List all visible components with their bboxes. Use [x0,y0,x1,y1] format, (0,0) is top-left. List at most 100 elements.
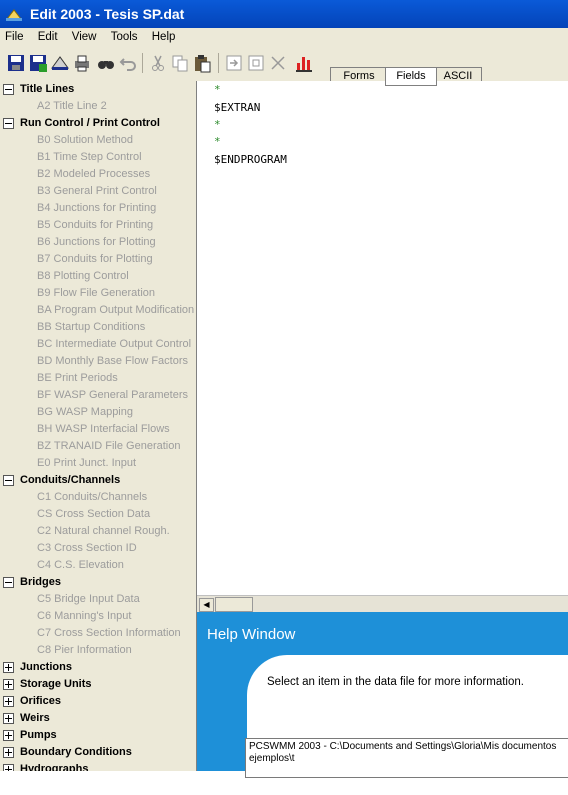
collapse-icon[interactable] [3,577,14,588]
find-icon[interactable] [96,53,116,73]
tree-section-label: Conduits/Channels [20,474,121,486]
tree-section-label: Junctions [20,661,72,673]
tree-section-label: Weirs [20,712,50,724]
expand-icon[interactable] [3,730,14,741]
title-bar: Edit 2003 - Tesis SP.dat [0,0,568,28]
window-title: Edit 2003 - Tesis SP.dat [30,6,185,22]
tree-item[interactable]: B7 Conduits for Plotting [0,251,196,268]
tree-section[interactable]: Junctions [0,659,196,676]
tree-item[interactable]: B2 Modeled Processes [0,166,196,183]
expand-icon[interactable] [3,662,14,673]
tree-item[interactable]: C7 Cross Section Information [0,625,196,642]
menu-edit[interactable]: Edit [38,31,58,43]
tree-item[interactable]: B6 Junctions for Plotting [0,234,196,251]
chart-icon[interactable] [294,53,314,73]
tree-section-label: Storage Units [20,678,92,690]
tree-section-label: Title Lines [20,83,75,95]
status-text: PCSWMM 2003 - C:\Documents and Settings\… [245,738,568,778]
section-tree: Title Lines A2 Title Line 2 Run Control / … [0,81,197,771]
tree-item[interactable]: C8 Pier Information [0,642,196,659]
save-as-icon[interactable] [28,53,48,73]
tree-item[interactable]: BB Startup Conditions [0,319,196,336]
tree-item[interactable]: A2 Title Line 2 [0,98,196,115]
import-icon[interactable] [224,53,244,73]
tree-section[interactable]: Conduits/Channels [0,472,196,489]
save-disk-icon[interactable] [6,53,26,73]
tree-item[interactable]: C3 Cross Section ID [0,540,196,557]
paste-icon[interactable] [192,53,212,73]
tree-section[interactable]: Bridges [0,574,196,591]
tree-item[interactable]: BC Intermediate Output Control [0,336,196,353]
help-window: Help Window Select an item in the data f… [197,612,568,795]
tree-item[interactable]: BA Program Output Modification [0,302,196,319]
delete-icon[interactable] [268,53,288,73]
tree-item[interactable]: C6 Manning's Input [0,608,196,625]
help-message: Select an item in the data file for more… [267,676,524,688]
tree-section[interactable]: Orifices [0,693,196,710]
tree-item[interactable]: B0 Solution Method [0,132,196,149]
tree-item[interactable]: BZ TRANAID File Generation [0,438,196,455]
tree-item[interactable]: B1 Time Step Control [0,149,196,166]
editor-line: * [214,135,221,148]
tree-section[interactable]: Hydrographs [0,761,196,771]
tree-item[interactable]: BH WASP Interfacial Flows [0,421,196,438]
tree-item[interactable]: C4 C.S. Elevation [0,557,196,574]
undo-icon[interactable] [118,53,138,73]
print-icon[interactable] [72,53,92,73]
tree-section-label: Boundary Conditions [20,746,132,758]
open-icon[interactable] [50,53,70,73]
tree-item[interactable]: BG WASP Mapping [0,404,196,421]
export-icon[interactable] [246,53,266,73]
tree-item[interactable]: BE Print Periods [0,370,196,387]
cut-icon[interactable] [148,53,168,73]
tree-item[interactable]: BF WASP General Parameters [0,387,196,404]
tree-item[interactable]: B8 Plotting Control [0,268,196,285]
editor-line: * [214,83,221,96]
collapse-icon[interactable] [3,118,14,129]
horizontal-scrollbar[interactable]: ◀ [197,595,568,612]
copy-icon[interactable] [170,53,190,73]
menu-bar: File Edit View Tools Help [0,28,568,47]
editor-line: $EXTRAN [214,101,261,114]
tree-item[interactable]: B4 Junctions for Printing [0,200,196,217]
expand-icon[interactable] [3,696,14,707]
tree-section[interactable]: Boundary Conditions [0,744,196,761]
collapse-icon[interactable] [3,84,14,95]
menu-tools[interactable]: Tools [111,31,138,43]
help-title: Help Window [207,626,296,643]
tree-section[interactable]: Title Lines [0,81,196,98]
tree-item[interactable]: C1 Conduits/Channels [0,489,196,506]
expand-icon[interactable] [3,713,14,724]
scroll-left-icon[interactable]: ◀ [199,598,214,612]
collapse-icon[interactable] [3,475,14,486]
tree-item[interactable]: B3 General Print Control [0,183,196,200]
editor-line: * [214,118,221,131]
scroll-thumb[interactable] [215,597,253,612]
menu-view[interactable]: View [72,31,97,43]
app-icon [6,9,22,21]
tree-section[interactable]: Run Control / Print Control [0,115,196,132]
tree-section-label: Run Control / Print Control [20,117,160,129]
expand-icon[interactable] [3,747,14,758]
tree-item[interactable]: E0 Print Junct. Input [0,455,196,472]
toolbar-separator [142,53,143,73]
tree-section[interactable]: Pumps [0,727,196,744]
tree-item[interactable]: B9 Flow File Generation [0,285,196,302]
tree-item[interactable]: BD Monthly Base Flow Factors [0,353,196,370]
tree-item[interactable]: C5 Bridge Input Data [0,591,196,608]
tree-section[interactable]: Weirs [0,710,196,727]
editor-line: $ENDPROGRAM [214,153,287,166]
tree-section-label: Hydrographs [20,763,89,771]
tree-section-label: Orifices [20,695,61,707]
toolbar-separator [218,53,219,73]
tree-item[interactable]: B5 Conduits for Printing [0,217,196,234]
expand-icon[interactable] [3,679,14,690]
tree-item[interactable]: CS Cross Section Data [0,506,196,523]
tree-item[interactable]: C2 Natural channel Rough. [0,523,196,540]
tree-section[interactable]: Storage Units [0,676,196,693]
editor-pane[interactable]: * $EXTRAN * * $ENDPROGRAM [197,81,568,595]
menu-help[interactable]: Help [152,31,176,43]
tab-fields[interactable]: Fields [385,67,437,86]
expand-icon[interactable] [3,764,14,771]
menu-file[interactable]: File [5,31,24,43]
